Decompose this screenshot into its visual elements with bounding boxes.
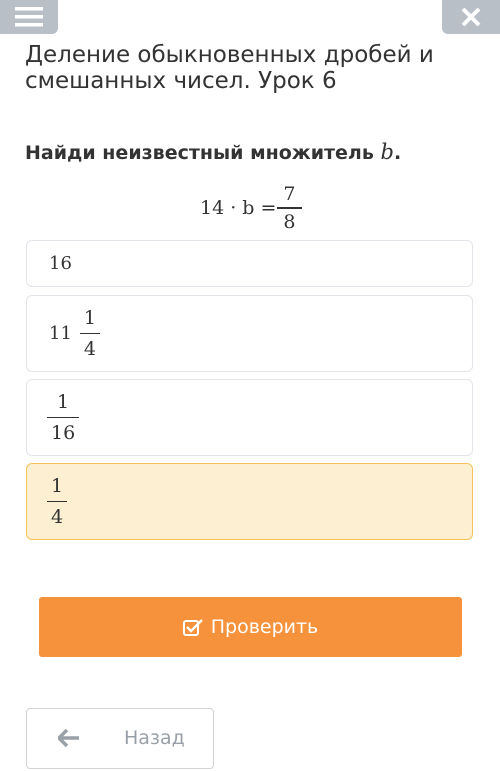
task-prompt: Найди неизвестный множитель b. [25,140,401,164]
option-numerator: 1 [83,306,96,329]
close-icon [461,7,481,27]
back-button[interactable]: Назад [26,708,214,769]
lesson-title: Деление обыкновенных дробей и смешанных … [25,42,434,94]
answer-option-1-16[interactable]: 1 16 [26,379,473,456]
back-button-label: Назад [124,727,185,749]
answer-option-16[interactable]: 16 [26,240,473,287]
option-denominator: 16 [51,422,76,445]
option-numerator: 1 [51,474,64,497]
option-fraction: 1 4 [79,303,100,365]
option-value: 16 [49,253,72,274]
option-denominator: 4 [51,506,64,529]
equation: 14 · b = 7 8 [200,178,302,238]
task-text: Найди неизвестный множитель [25,142,381,164]
check-button[interactable]: Проверить [39,597,462,657]
task-period: . [393,142,402,164]
option-fraction: 1 4 [47,471,68,533]
option-denominator: 4 [83,338,96,361]
answer-option-11-1-4[interactable]: 11 1 4 [26,295,473,372]
task-variable: b [380,140,394,164]
option-fraction: 1 16 [47,387,80,449]
close-button[interactable] [442,0,500,34]
checkbox-check-icon [182,619,203,636]
check-button-label: Проверить [210,616,319,638]
equation-fraction: 7 8 [277,181,302,235]
option-whole: 11 [49,323,72,344]
answer-option-1-4[interactable]: 1 4 [26,463,473,540]
option-numerator: 1 [57,390,70,413]
equation-denominator: 8 [283,210,296,233]
equation-numerator: 7 [283,183,296,206]
hamburger-icon [15,7,43,27]
arrow-left-icon [58,729,79,747]
menu-button[interactable] [0,0,58,34]
equation-left: 14 · b = [200,197,277,219]
